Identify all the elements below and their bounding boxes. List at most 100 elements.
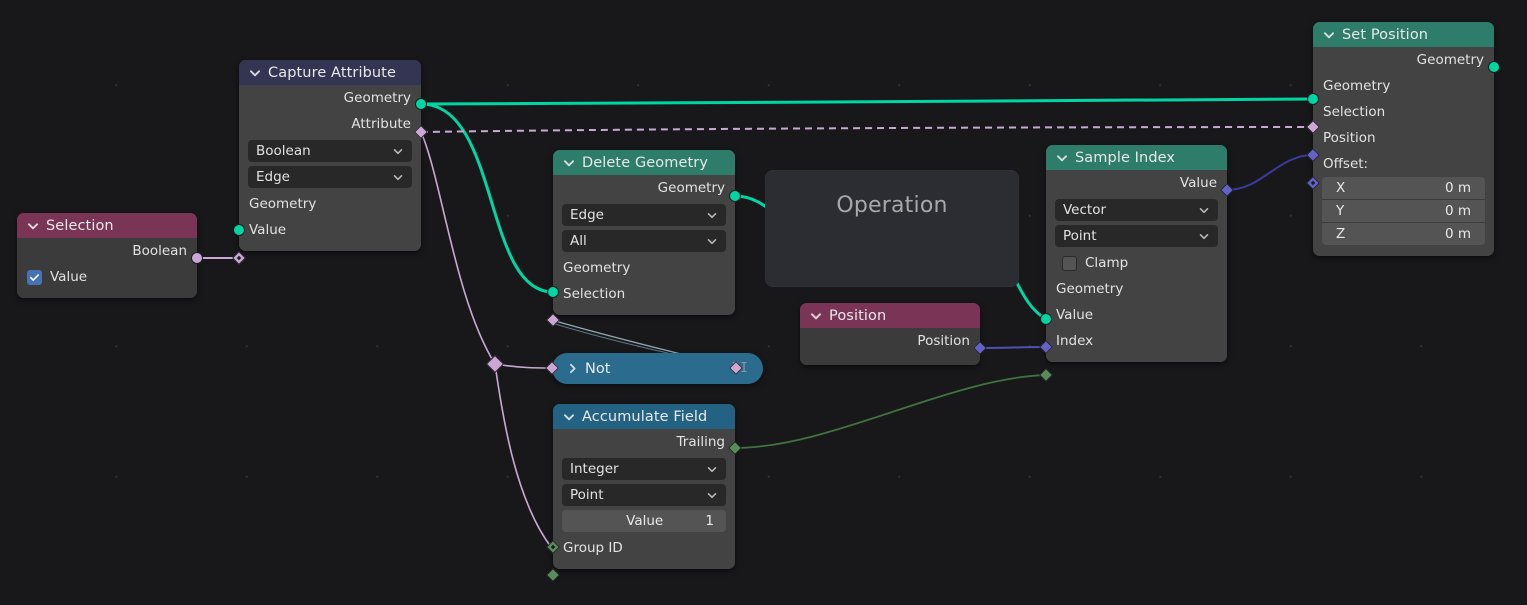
node-sample-index[interactable]: Sample Index Value Vector Point Clamp Ge… [1039, 145, 1234, 382]
dropdown-delete-mode[interactable]: All [562, 230, 726, 252]
node-position-header[interactable]: Position [800, 303, 980, 328]
chevron-down-icon [27, 222, 39, 229]
link-position-to-sampleindex-value [980, 346, 1047, 349]
socket-setposition-offset-input[interactable] [1306, 176, 1320, 190]
socket-sampleindex-value-output[interactable] [1220, 183, 1234, 197]
socket-delete-geometry-output[interactable] [729, 190, 741, 202]
chevron-down-icon [393, 175, 403, 181]
socket-row-sampleindex-value-in: Value [1046, 302, 1227, 328]
socket-sampleindex-index-input[interactable] [1039, 368, 1053, 382]
node-not-title: Not [585, 360, 611, 377]
numeric-field-offset-x[interactable]: X 0 m [1322, 177, 1485, 200]
node-accumulate-field-header[interactable]: Accumulate Field [553, 404, 735, 429]
checkbox-row-selection-value[interactable]: Value [17, 264, 197, 290]
socket-accumulate-trailing-output[interactable] [728, 441, 742, 455]
dropdown-accumulate-data-type[interactable]: Integer [562, 458, 726, 480]
socket-capture-value-input[interactable] [232, 251, 246, 265]
socket-selection-boolean-output[interactable] [191, 252, 203, 264]
dropdown-sampleindex-domain-value: Point [1063, 228, 1097, 244]
socket-row-capture-geometry-out: Geometry [239, 85, 421, 111]
socket-row-capture-attribute-out: Attribute [239, 111, 421, 137]
chevron-down-icon [707, 239, 717, 245]
socket-row-delete-selection-in: Selection [553, 281, 735, 307]
dropdown-accumulate-data-type-value: Integer [570, 461, 619, 477]
socket-capture-attribute-output[interactable] [414, 125, 428, 139]
chevron-down-icon [1323, 31, 1335, 38]
frame-operation-label: Operation [836, 193, 948, 218]
socket-row-accumulate-groupid-in: Group ID [553, 535, 735, 561]
link-capture-geo-to-setposition [420, 97, 1314, 106]
socket-label-setposition-offset: Offset: [1323, 156, 1369, 172]
chevron-right-icon [570, 363, 576, 374]
socket-label-setposition-selection: Selection [1323, 104, 1386, 120]
checkbox-clamp[interactable] [1062, 255, 1077, 271]
node-delete-geometry-header[interactable]: Delete Geometry [553, 150, 735, 175]
chevron-down-icon [1056, 154, 1068, 161]
link-capture-geo-to-delete [420, 102, 554, 294]
socket-accumulate-value-input[interactable] [546, 540, 560, 554]
socket-sampleindex-value-input[interactable] [1039, 340, 1053, 354]
link-capture-attr-to-reroute [420, 131, 496, 365]
socket-row-setposition-geometry-out: Geometry [1313, 47, 1494, 73]
node-position[interactable]: Position Position [800, 303, 987, 365]
node-links-layer [198, 97, 1314, 548]
socket-capture-geometry-input[interactable] [233, 224, 245, 236]
value-field-accumulate-value[interactable]: Value 1 [562, 510, 726, 532]
socket-row-capture-value-in: Value [239, 217, 421, 243]
node-set-position-header[interactable]: Set Position [1313, 22, 1494, 47]
socket-not-input[interactable] [545, 361, 559, 375]
socket-delete-geometry-input[interactable] [547, 286, 559, 298]
dropdown-sampleindex-domain[interactable]: Point [1055, 225, 1218, 247]
reroute-node[interactable] [485, 354, 505, 374]
socket-label-sampleindex-value-out: Value [1179, 175, 1217, 191]
node-selection[interactable]: Selection Boolean Value [17, 213, 203, 298]
socket-capture-geometry-output[interactable] [415, 98, 427, 110]
node-capture-attribute-title: Capture Attribute [268, 64, 396, 81]
node-sample-index-header[interactable]: Sample Index [1046, 145, 1227, 170]
dropdown-capture-data-type[interactable]: Boolean [248, 140, 412, 162]
socket-setposition-geometry-output[interactable] [1488, 61, 1500, 73]
chevron-down-icon [563, 413, 575, 420]
dropdown-delete-mode-value: All [570, 233, 587, 249]
numeric-field-offset-y[interactable]: Y 0 m [1322, 200, 1485, 223]
socket-accumulate-groupid-input[interactable] [546, 568, 560, 582]
socket-label-setposition-geometry-in: Geometry [1323, 78, 1391, 94]
dropdown-sampleindex-data-type-value: Vector [1063, 202, 1107, 218]
node-set-position-title: Set Position [1342, 26, 1429, 43]
chevron-down-icon [707, 467, 717, 473]
socket-label-sampleindex-geometry: Geometry [1056, 281, 1124, 297]
node-delete-geometry[interactable]: Delete Geometry Geometry Edge All Geomet… [546, 150, 741, 327]
dropdown-sampleindex-data-type[interactable]: Vector [1055, 199, 1218, 221]
offset-z-axis: Z [1336, 226, 1346, 242]
numeric-field-offset-z[interactable]: Z 0 m [1322, 223, 1485, 245]
socket-row-position-out: Position [800, 328, 980, 354]
dropdown-delete-domain[interactable]: Edge [562, 204, 726, 226]
dropdown-capture-domain[interactable]: Edge [248, 166, 412, 188]
socket-sampleindex-geometry-input[interactable] [1040, 313, 1052, 325]
node-selection-header[interactable]: Selection [17, 213, 197, 238]
socket-delete-selection-input[interactable] [546, 313, 560, 327]
socket-label-sampleindex-index: Index [1056, 333, 1094, 349]
socket-row-setposition-selection-in: Selection [1313, 99, 1494, 125]
dropdown-accumulate-domain[interactable]: Point [562, 484, 726, 506]
socket-row-accumulate-trailing-out: Trailing [553, 429, 735, 455]
socket-position-output[interactable] [973, 341, 987, 355]
socket-row-setposition-geometry-in: Geometry [1313, 73, 1494, 99]
socket-setposition-selection-input[interactable] [1306, 120, 1320, 134]
checkbox-value[interactable] [27, 269, 42, 285]
node-capture-attribute-header[interactable]: Capture Attribute [239, 60, 421, 85]
socket-row-delete-geometry-out: Geometry [553, 175, 735, 201]
node-accumulate-field[interactable]: Accumulate Field Trailing Integer Point [546, 404, 742, 582]
socket-setposition-position-input[interactable] [1306, 148, 1320, 162]
node-set-position[interactable]: Set Position Geometry Geometry Selection… [1306, 22, 1500, 256]
checkbox-row-sampleindex-clamp[interactable]: Clamp [1046, 250, 1227, 276]
frame-operation[interactable]: Operation [765, 170, 1019, 287]
check-icon [30, 273, 39, 281]
checkbox-value-label: Value [50, 269, 88, 285]
node-editor-canvas[interactable]: Operation Selection Boolean Value Captur… [0, 0, 1527, 605]
socket-label-delete-selection-in: Selection [563, 286, 626, 302]
node-position-title: Position [829, 307, 887, 324]
socket-setposition-geometry-input[interactable] [1307, 93, 1319, 105]
node-capture-attribute[interactable]: Capture Attribute Geometry Attribute Boo… [232, 60, 428, 265]
socket-not-output[interactable] [729, 361, 743, 375]
